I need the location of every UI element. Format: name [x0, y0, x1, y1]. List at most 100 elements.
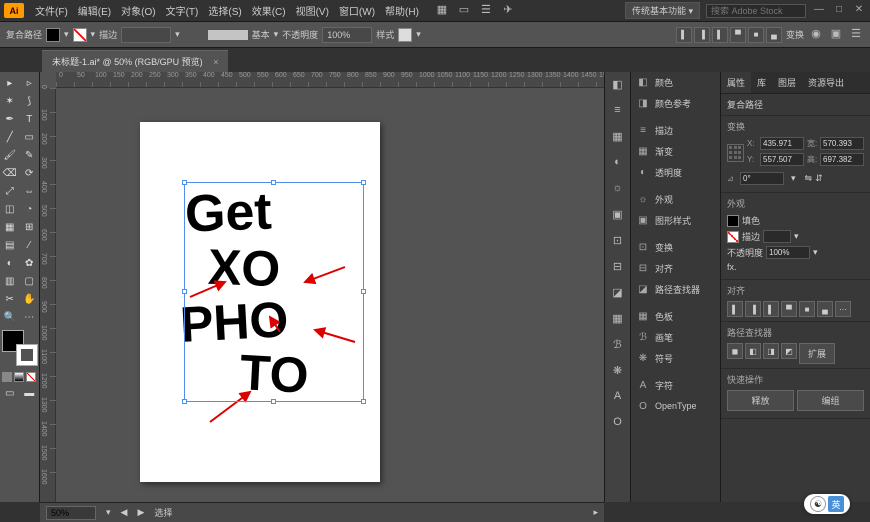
eraser-tool[interactable]: ⌫: [0, 164, 20, 182]
panel-graphic-styles[interactable]: ▣图形样式: [631, 210, 720, 231]
menu-select[interactable]: 选择(S): [203, 3, 246, 18]
ime-language[interactable]: 英: [828, 496, 844, 512]
graphic-styles-panel-icon[interactable]: ▣: [610, 208, 626, 224]
nav-prev-icon[interactable]: ◀: [121, 507, 128, 518]
options-icon[interactable]: ☰: [848, 27, 864, 43]
symbol-sprayer-tool[interactable]: ✿: [20, 254, 40, 272]
gpu-icon[interactable]: ✈: [500, 3, 516, 19]
transform-y[interactable]: [760, 153, 804, 166]
menu-help[interactable]: 帮助(H): [380, 3, 424, 18]
panel-color-guide[interactable]: ◨颜色参考: [631, 93, 720, 114]
transform-angle[interactable]: [740, 172, 784, 185]
arrange-icon[interactable]: ▭: [456, 3, 472, 19]
pathfinder-exclude[interactable]: ◩: [781, 343, 797, 359]
menu-edit[interactable]: 编辑(E): [73, 3, 116, 18]
stroke-color[interactable]: [16, 344, 38, 366]
selection-bounding-box[interactable]: [184, 182, 364, 402]
rectangle-tool[interactable]: ▭: [20, 128, 40, 146]
flip-v-icon[interactable]: ⇵: [815, 173, 823, 184]
panel-swatches[interactable]: ▦色板: [631, 306, 720, 327]
panel-appearance[interactable]: ☼外观: [631, 189, 720, 210]
eyedropper-tool[interactable]: ⁄: [20, 236, 40, 254]
prop-align-b[interactable]: ▄: [817, 301, 833, 317]
menu-text[interactable]: 文字(T): [161, 3, 204, 18]
mask-icon[interactable]: ▣: [828, 27, 844, 43]
bridge-icon[interactable]: ▦: [434, 3, 450, 19]
stroke-swatch[interactable]: [73, 28, 87, 42]
isolate-icon[interactable]: ◉: [808, 27, 824, 43]
stroke-panel-icon[interactable]: ≡: [610, 104, 626, 120]
pathfinder-expand[interactable]: 扩展: [799, 343, 835, 364]
panel-transform[interactable]: ⊡变换: [631, 237, 720, 258]
graphic-style-swatch[interactable]: [398, 28, 412, 42]
screen-mode-normal[interactable]: ▭: [0, 384, 20, 402]
resize-handle-tl[interactable]: [182, 180, 187, 185]
screen-mode-full[interactable]: ▬: [20, 384, 40, 402]
quick-release-button[interactable]: 释放: [727, 390, 794, 411]
lasso-tool[interactable]: ⟆: [20, 92, 40, 110]
align-left-btn[interactable]: ▌: [676, 27, 692, 43]
panel-stroke[interactable]: ≡描边: [631, 120, 720, 141]
quick-group-button[interactable]: 编组: [797, 390, 864, 411]
tab-properties[interactable]: 属性: [721, 72, 751, 93]
appear-stroke-swatch[interactable]: [727, 231, 739, 243]
menu-effect[interactable]: 效果(C): [247, 3, 291, 18]
panel-character[interactable]: A字符: [631, 375, 720, 396]
document-tab[interactable]: 未标题-1.ai* @ 50% (RGB/GPU 预览) ×: [42, 50, 228, 72]
transform-x[interactable]: [760, 137, 804, 150]
resize-handle-ml[interactable]: [182, 289, 187, 294]
menu-object[interactable]: 对象(O): [116, 3, 160, 18]
resize-handle-bl[interactable]: [182, 399, 187, 404]
canvas[interactable]: Get XO PHO TO: [40, 72, 604, 502]
color-panel-icon[interactable]: ◧: [610, 78, 626, 94]
pathfinder-panel-icon[interactable]: ◪: [610, 286, 626, 302]
tab-libraries[interactable]: 库: [751, 72, 772, 93]
align-vcenter-btn[interactable]: ■: [748, 27, 764, 43]
prop-align-more[interactable]: ⋯: [835, 301, 851, 317]
panel-gradient[interactable]: ▦渐变: [631, 141, 720, 162]
resize-handle-mr[interactable]: [361, 289, 366, 294]
transform-panel-icon[interactable]: ⊡: [610, 234, 626, 250]
menu-file[interactable]: 文件(F): [30, 3, 73, 18]
transform-h[interactable]: [820, 153, 864, 166]
panel-align[interactable]: ⊟对齐: [631, 258, 720, 279]
appear-fill-swatch[interactable]: [727, 215, 739, 227]
magic-wand-tool[interactable]: ✶: [0, 92, 20, 110]
brush-tool[interactable]: 🖌: [0, 146, 20, 164]
align-hcenter-btn[interactable]: ▐: [694, 27, 710, 43]
zoom-tool[interactable]: 🔍: [0, 308, 20, 326]
align-top-btn[interactable]: ▀: [730, 27, 746, 43]
scale-tool[interactable]: ⤢: [0, 182, 20, 200]
resize-handle-br[interactable]: [361, 399, 366, 404]
gradient-panel-icon[interactable]: ▦: [610, 130, 626, 146]
brush-picker[interactable]: [208, 30, 248, 40]
panel-symbols[interactable]: ❋符号: [631, 348, 720, 369]
zoom-level[interactable]: [46, 506, 96, 520]
fill-stroke-control[interactable]: [2, 330, 38, 366]
window-minimize[interactable]: —: [812, 4, 826, 18]
panel-pathfinder[interactable]: ◪路径查找器: [631, 279, 720, 300]
line-tool[interactable]: ╱: [0, 128, 20, 146]
appear-opacity-val[interactable]: [766, 246, 810, 259]
fill-swatch[interactable]: [46, 28, 60, 42]
align-panel-icon[interactable]: ⊟: [610, 260, 626, 276]
window-close[interactable]: ✕: [852, 4, 866, 18]
appear-fx[interactable]: fx.: [727, 262, 737, 272]
toggle-tool[interactable]: ⋯: [20, 308, 40, 326]
align-right-btn[interactable]: ▌: [712, 27, 728, 43]
type-tool[interactable]: T: [20, 110, 40, 128]
swatches-panel-icon[interactable]: ▦: [610, 312, 626, 328]
graph-tool[interactable]: ▥: [0, 272, 20, 290]
brushes-panel-icon[interactable]: ℬ: [610, 338, 626, 354]
menu-window[interactable]: 窗口(W): [334, 3, 380, 18]
prop-align-r[interactable]: ▌: [763, 301, 779, 317]
mesh-tool[interactable]: ⊞: [20, 218, 40, 236]
transparency-panel-icon[interactable]: ◐: [610, 156, 626, 172]
tab-layers[interactable]: 图层: [772, 72, 802, 93]
prop-align-t[interactable]: ▀: [781, 301, 797, 317]
blend-tool[interactable]: ◐: [0, 254, 20, 272]
resize-handle-tm[interactable]: [271, 180, 276, 185]
prop-align-l[interactable]: ▌: [727, 301, 743, 317]
appearance-panel-icon[interactable]: ☼: [610, 182, 626, 198]
shape-builder-tool[interactable]: ◔: [20, 200, 40, 218]
